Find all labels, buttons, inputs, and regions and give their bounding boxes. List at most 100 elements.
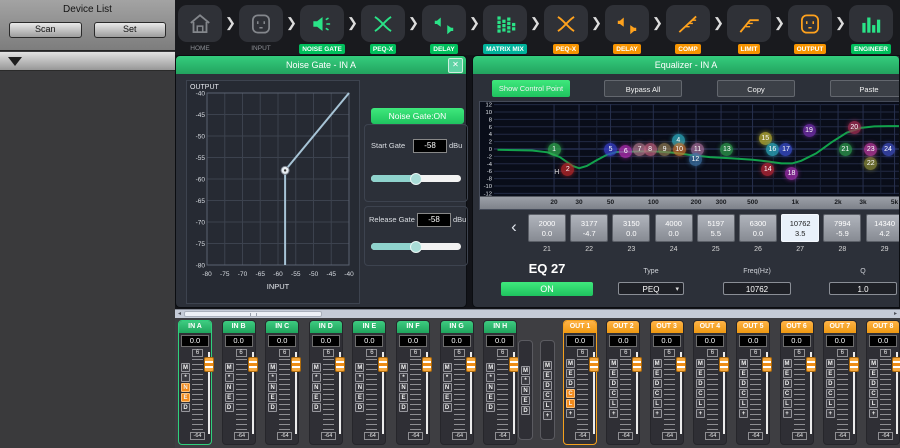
channel-strip-out-7[interactable]: OUT 70.06-64MEDCL+ — [823, 320, 857, 445]
channel-button-in-a-star[interactable]: * — [181, 373, 190, 382]
channel-button-in-h-e[interactable]: E — [486, 393, 495, 402]
fader-handle[interactable] — [378, 357, 388, 372]
paste-button[interactable]: Paste — [830, 80, 900, 97]
eq-point-8[interactable]: 8 — [644, 143, 657, 156]
channel-gain-display[interactable]: 0.0 — [739, 335, 767, 347]
channel-strip-in-e[interactable]: IN E0.06-64M*NED — [352, 320, 386, 445]
eq-band-cell-22[interactable]: 3177-4.7 — [570, 214, 608, 242]
channel-button-out-5-c[interactable]: C — [739, 389, 748, 398]
channel-gain-display[interactable]: 0.0 — [181, 335, 209, 347]
channel-button-out-6-l[interactable]: L — [783, 399, 792, 408]
channel-strip-out-6[interactable]: OUT 60.06-64MEDCL+ — [780, 320, 814, 445]
link-button-l[interactable]: L — [543, 401, 552, 410]
eq-point-1[interactable]: 1 — [548, 143, 561, 156]
channel-button-in-c-m[interactable]: M — [268, 363, 277, 372]
channel-gain-display[interactable]: 0.0 — [566, 335, 594, 347]
channel-label[interactable]: IN H — [484, 321, 516, 333]
fader-handle[interactable] — [806, 357, 816, 372]
channel-strip-out-2[interactable]: OUT 20.06-64MEDCL+ — [606, 320, 640, 445]
channel-button-out-7-plus[interactable]: + — [826, 409, 835, 418]
channel-button-out-3-plus[interactable]: + — [653, 409, 662, 418]
channel-strip-out-8[interactable]: OUT 80.06-64MEDCL+ — [866, 320, 900, 445]
eq-point-23[interactable]: 23 — [864, 143, 877, 156]
channel-button-out-8-m[interactable]: M — [869, 359, 878, 368]
toolbar-item-input[interactable]: INPUT — [239, 5, 283, 52]
eq-band-cell-28[interactable]: 7994-5.9 — [823, 214, 861, 242]
channel-label[interactable]: OUT 7 — [824, 321, 856, 333]
channel-button-out-1-c[interactable]: C — [566, 389, 575, 398]
toolbar-item-noise-gate[interactable]: NOISE GATE — [300, 5, 344, 54]
eq-band-cell-26[interactable]: 63000.0 — [739, 214, 777, 242]
channel-button-in-d-d[interactable]: D — [312, 403, 321, 412]
eq-point-18[interactable]: 18 — [785, 167, 798, 180]
channel-label[interactable]: OUT 4 — [694, 321, 726, 333]
start-gate-slider-handle[interactable] — [410, 173, 422, 185]
show-control-point-button[interactable]: Show Control Point — [492, 80, 570, 97]
fader-handle[interactable] — [204, 357, 214, 372]
channel-button-out-7-c[interactable]: C — [826, 389, 835, 398]
toolbar-item-home[interactable]: HOME — [178, 5, 222, 52]
channel-button-out-4-c[interactable]: C — [696, 389, 705, 398]
channel-button-in-f-m[interactable]: M — [399, 363, 408, 372]
channel-gain-display[interactable]: 0.0 — [783, 335, 811, 347]
channel-label[interactable]: OUT 8 — [867, 321, 899, 333]
toolbar-item-matrix-mix[interactable]: MATRIX MIX — [483, 5, 527, 54]
channel-label[interactable]: IN A — [179, 321, 211, 333]
channel-label[interactable]: OUT 6 — [781, 321, 813, 333]
eq-band-cell-24[interactable]: 40000.0 — [655, 214, 693, 242]
eq-point-12[interactable]: 12 — [689, 153, 702, 166]
channel-button-out-2-plus[interactable]: + — [609, 409, 618, 418]
channel-gain-display[interactable]: 0.0 — [355, 335, 383, 347]
channel-button-in-b-m[interactable]: M — [225, 363, 234, 372]
channel-button-in-e-d[interactable]: D — [355, 403, 364, 412]
channel-button-out-4-l[interactable]: L — [696, 399, 705, 408]
channel-button-in-h-d[interactable]: D — [486, 403, 495, 412]
eq-point-13[interactable]: 13 — [720, 143, 733, 156]
channel-button-out-6-c[interactable]: C — [783, 389, 792, 398]
toolbar-item-delay[interactable]: DELAY — [605, 5, 649, 54]
channel-button-out-6-m[interactable]: M — [783, 359, 792, 368]
channel-button-out-8-plus[interactable]: + — [869, 409, 878, 418]
channel-button-in-a-d[interactable]: D — [181, 403, 190, 412]
channel-label[interactable]: IN E — [353, 321, 385, 333]
channel-gain-display[interactable]: 0.0 — [486, 335, 514, 347]
link-button-c[interactable]: C — [543, 391, 552, 400]
scan-button[interactable]: Scan — [9, 22, 82, 38]
channel-button-out-3-e[interactable]: E — [653, 369, 662, 378]
channel-button-out-3-d[interactable]: D — [653, 379, 662, 388]
toolbar-item-output[interactable]: OUTPUT — [788, 5, 832, 54]
fader-handle[interactable] — [291, 357, 301, 372]
channel-button-in-a-e[interactable]: E — [181, 393, 190, 402]
eq-point-24[interactable]: 24 — [882, 143, 895, 156]
channel-button-in-g-m[interactable]: M — [443, 363, 452, 372]
toolbar-item-limit[interactable]: LIMIT — [727, 5, 771, 54]
channel-label[interactable]: OUT 5 — [737, 321, 769, 333]
eq-band-cell-21[interactable]: 20000.0 — [528, 214, 566, 242]
eq-point-21[interactable]: 21 — [839, 143, 852, 156]
channel-gain-display[interactable]: 0.0 — [696, 335, 724, 347]
channel-label[interactable]: OUT 3 — [651, 321, 683, 333]
link-button-star[interactable]: * — [521, 376, 530, 385]
channel-button-out-4-e[interactable]: E — [696, 369, 705, 378]
channel-strip-in-g[interactable]: IN G0.06-64M*NED — [440, 320, 474, 445]
start-gate-value-field[interactable]: -58 — [413, 139, 447, 153]
channel-button-in-h-n[interactable]: N — [486, 383, 495, 392]
fader-handle[interactable] — [248, 357, 258, 372]
eq-point-17[interactable]: 17 — [779, 143, 792, 156]
channel-button-out-2-l[interactable]: L — [609, 399, 618, 408]
link-button-n[interactable]: N — [521, 386, 530, 395]
channel-button-in-c-star[interactable]: * — [268, 373, 277, 382]
channel-button-out-5-e[interactable]: E — [739, 369, 748, 378]
channel-button-in-b-d[interactable]: D — [225, 403, 234, 412]
link-button-d[interactable]: D — [521, 406, 530, 415]
channel-label[interactable]: IN D — [310, 321, 342, 333]
channel-button-in-e-n[interactable]: N — [355, 383, 364, 392]
channel-button-in-b-e[interactable]: E — [225, 393, 234, 402]
channel-strip-in-a[interactable]: IN A0.06-64M*NED — [178, 320, 212, 445]
channel-button-out-3-c[interactable]: C — [653, 389, 662, 398]
channel-button-out-7-m[interactable]: M — [826, 359, 835, 368]
channel-button-out-4-plus[interactable]: + — [696, 409, 705, 418]
channel-strip-out-1[interactable]: OUT 10.06-64MEDCL+ — [563, 320, 597, 445]
channel-gain-display[interactable]: 0.0 — [653, 335, 681, 347]
channel-gain-display[interactable]: 0.0 — [869, 335, 897, 347]
